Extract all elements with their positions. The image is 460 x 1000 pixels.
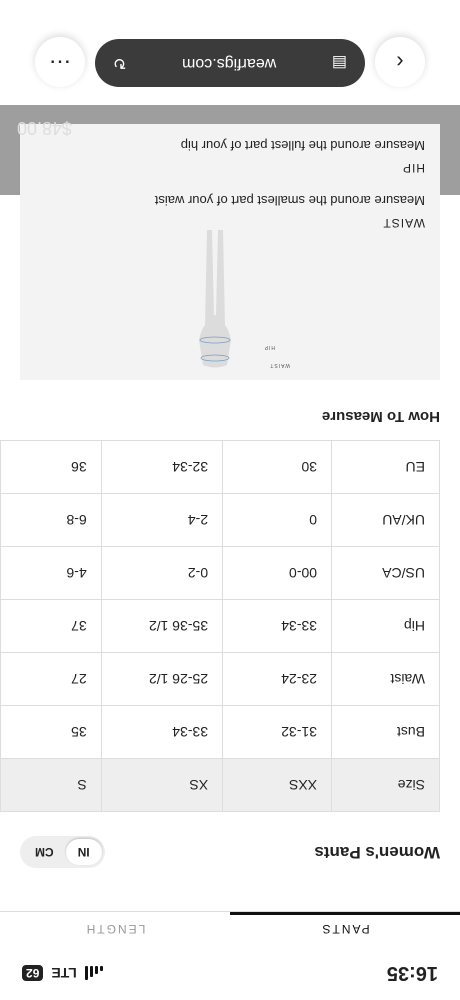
browser-toolbar: ‹ ▤ wearfigs.com ↻ ⋯ bbox=[0, 20, 460, 90]
reload-icon[interactable]: ↻ bbox=[113, 53, 126, 73]
section-header: Women's Pants IN CM bbox=[20, 836, 440, 868]
row-header: Hip bbox=[331, 599, 440, 653]
table-cell: 35-36 1/2 bbox=[101, 599, 223, 653]
more-icon[interactable]: ⋯ bbox=[35, 37, 85, 87]
signal-icon bbox=[84, 966, 103, 980]
table-cell: 32-34 bbox=[101, 440, 223, 494]
table-cell: 4-6 bbox=[0, 546, 102, 600]
table-row: EU 30 32-34 36 bbox=[0, 440, 440, 494]
table-cell: 6-8 bbox=[0, 493, 102, 547]
table-cell: 00-0 bbox=[222, 546, 332, 600]
table-cell: 33-34 bbox=[101, 705, 223, 759]
tab-bar: PANTS LENGTH bbox=[0, 911, 460, 936]
page-root: 16:35 LTE 62 PANTS LENGTH Women's Pants … bbox=[0, 0, 460, 1000]
table-row: Bust 31-32 33-34 35 bbox=[0, 705, 440, 759]
table-cell: 2-4 bbox=[101, 493, 223, 547]
table-cell: 30 bbox=[222, 440, 332, 494]
size-table: Size XXS XS S Bust 31-32 33-34 35 Waist … bbox=[0, 440, 440, 812]
how-to-measure-card: WAIST HIP WAIST Measure around the small… bbox=[20, 124, 440, 380]
table-row: Size XXS XS S bbox=[0, 758, 440, 812]
measure-waist: WAIST Measure around the smallest part o… bbox=[35, 193, 425, 230]
section-title: Women's Pants bbox=[314, 843, 440, 862]
table-row: UK/AU 0 2-4 6-8 bbox=[0, 493, 440, 547]
table-cell: S bbox=[0, 758, 102, 812]
table-cell: 37 bbox=[0, 599, 102, 653]
measure-hip: HIP Measure around the fullest part of y… bbox=[35, 138, 425, 175]
row-header: UK/AU bbox=[331, 493, 440, 547]
figure-label-hip: HIP bbox=[263, 344, 275, 350]
table-cell: 27 bbox=[0, 652, 102, 706]
row-header: Waist bbox=[331, 652, 440, 706]
table-row: Waist 23-24 25-26 1/2 27 bbox=[0, 652, 440, 706]
table-cell: 31-32 bbox=[222, 705, 332, 759]
tabs-icon[interactable]: ▤ bbox=[332, 53, 347, 73]
product-price: $48.00 bbox=[16, 118, 72, 138]
network-label: LTE bbox=[51, 965, 77, 981]
measure-text: Measure around the fullest part of your … bbox=[180, 138, 425, 153]
status-icons: LTE 62 bbox=[22, 965, 103, 981]
unit-cm-option[interactable]: CM bbox=[23, 839, 66, 865]
row-header: Size bbox=[331, 758, 440, 812]
unit-in-option[interactable]: IN bbox=[65, 839, 102, 865]
measure-label: HIP bbox=[401, 161, 425, 175]
measure-text: Measure around the smallest part of your… bbox=[154, 193, 425, 208]
row-header: Bust bbox=[331, 705, 440, 759]
status-time: 16:35 bbox=[386, 962, 438, 985]
unit-toggle[interactable]: IN CM bbox=[20, 836, 105, 868]
row-header: US/CA bbox=[331, 546, 440, 600]
table-cell: 0-2 bbox=[101, 546, 223, 600]
tab-pants[interactable]: PANTS bbox=[230, 912, 460, 936]
table-cell: 23-24 bbox=[222, 652, 332, 706]
table-cell: 33-34 bbox=[222, 599, 332, 653]
table-cell: XS bbox=[101, 758, 223, 812]
status-bar: 16:35 LTE 62 bbox=[0, 946, 460, 1000]
table-cell: XXS bbox=[222, 758, 332, 812]
measure-label: WAIST bbox=[382, 216, 425, 230]
row-header: EU bbox=[331, 440, 440, 494]
table-row: Hip 33-34 35-36 1/2 37 bbox=[0, 599, 440, 653]
table-row: US/CA 00-0 0-2 4-6 bbox=[0, 546, 440, 600]
table-cell: 35 bbox=[0, 705, 102, 759]
tab-length[interactable]: LENGTH bbox=[0, 912, 230, 936]
table-cell: 36 bbox=[0, 440, 102, 494]
url-bar[interactable]: ▤ wearfigs.com ↻ bbox=[95, 39, 365, 87]
url-text: wearfigs.com bbox=[182, 55, 277, 72]
battery-icon: 62 bbox=[22, 965, 44, 981]
how-to-measure-title: How To Measure bbox=[321, 408, 440, 425]
chevron-left-icon[interactable]: ‹ bbox=[375, 37, 425, 87]
table-cell: 25-26 1/2 bbox=[101, 652, 223, 706]
figure-label-waist: WAIST bbox=[269, 362, 290, 368]
body-figure-illustration bbox=[199, 230, 231, 368]
table-cell: 0 bbox=[222, 493, 332, 547]
